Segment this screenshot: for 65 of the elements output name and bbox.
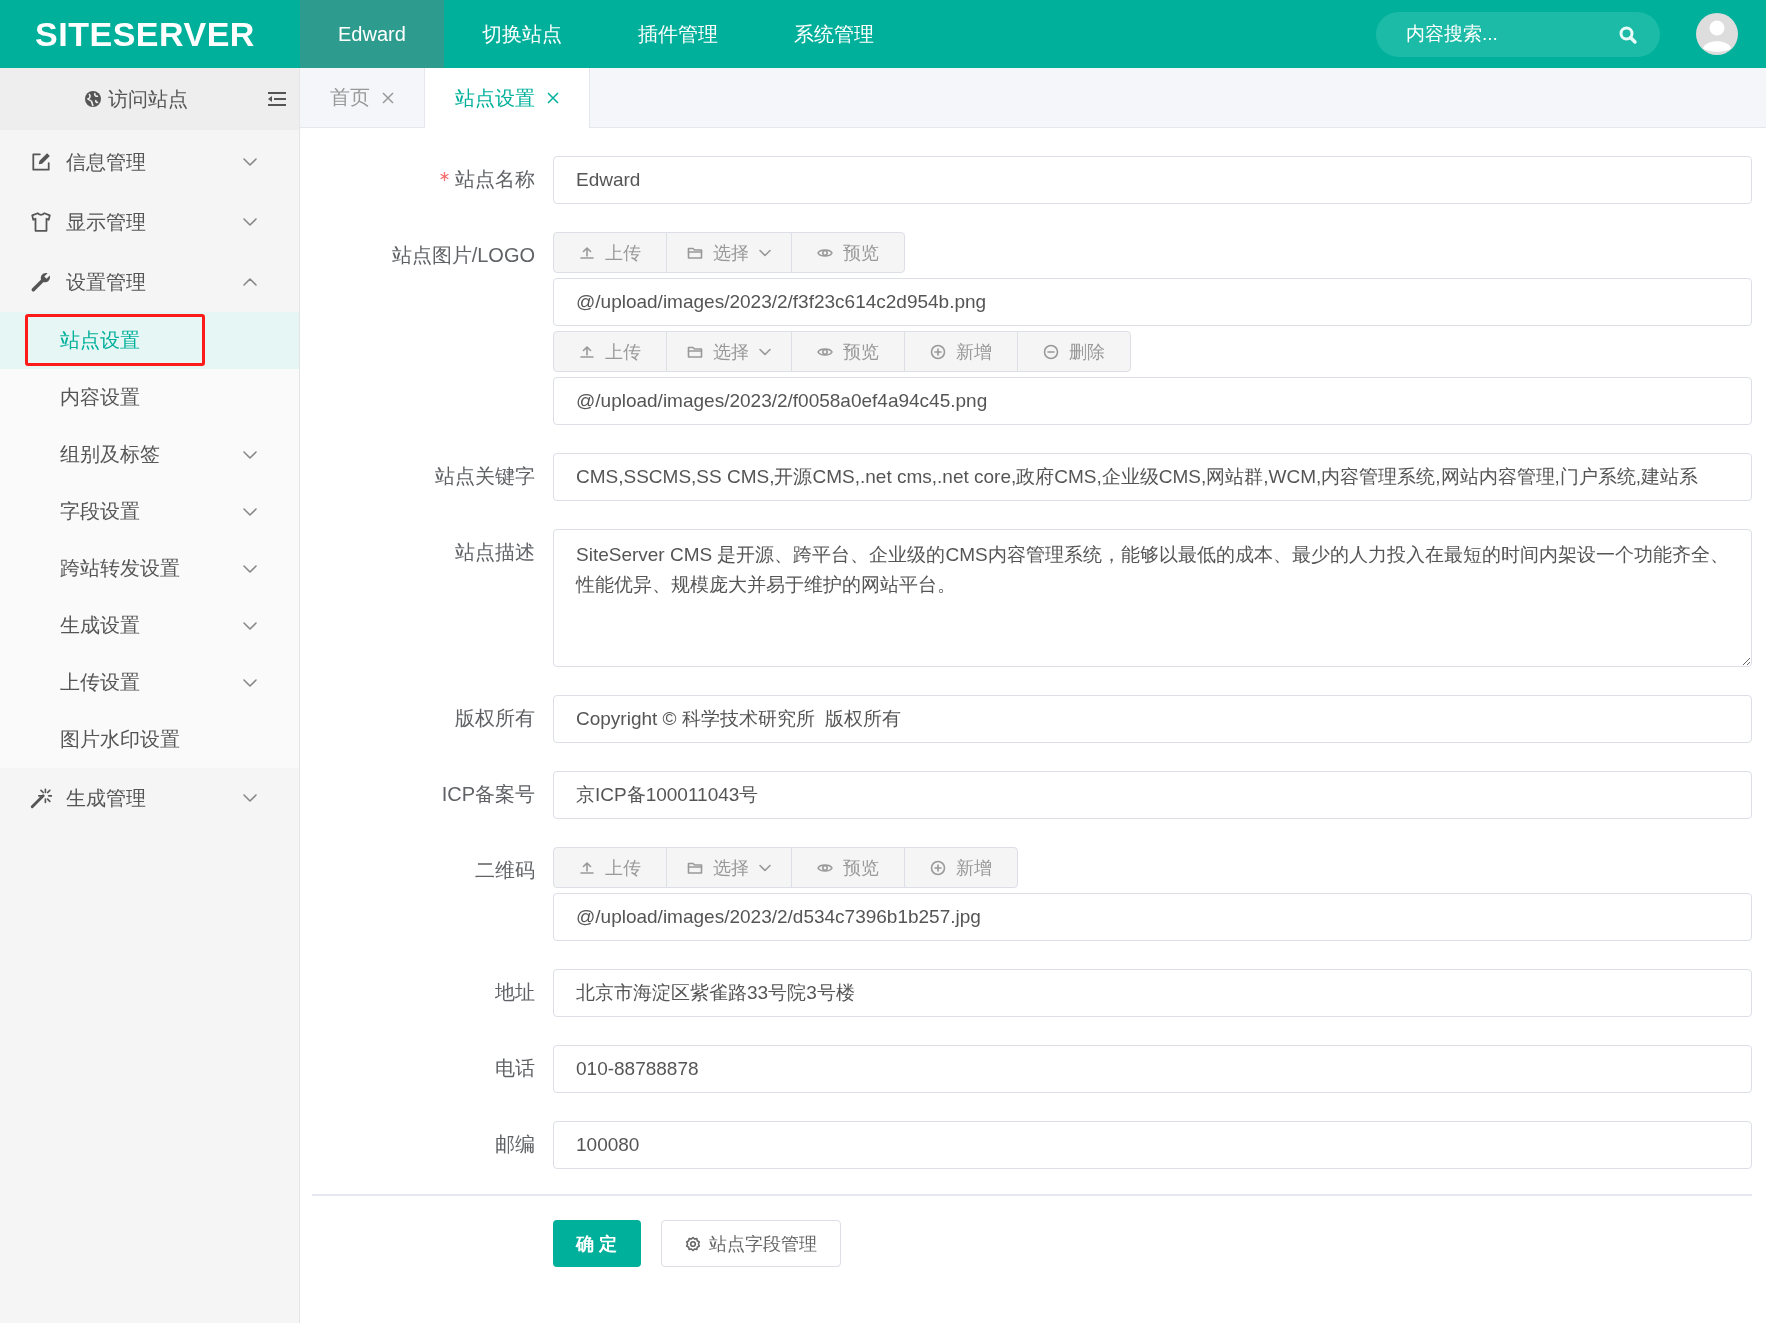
close-icon bbox=[382, 91, 394, 104]
input-field[interactable]: Edward bbox=[553, 156, 1752, 204]
chevron-icon bbox=[243, 158, 257, 166]
field-label: 站点图片/LOGO bbox=[391, 243, 535, 268]
input-field[interactable]: CMS,SSCMS,SS CMS,开源CMS,.net cms,.net core,政府CMS,企业级CMS,网站群,WCM,内容管理系统,网站内容管理,门户系统,建站系 bbox=[553, 453, 1752, 501]
field-label: 地址 bbox=[495, 980, 535, 1005]
visit-site-link[interactable]: 访问站点 bbox=[84, 85, 188, 113]
field-label: 电话 bbox=[495, 1056, 535, 1081]
text-area[interactable]: SiteServer CMS 是开源、跨平台、企业级的CMS内容管理系统，能够以最低的成本、最少的人力投入在最短的时间内架设一个功能齐全、性能优异、规模庞大并易于维护的网站平台。 bbox=[553, 529, 1752, 667]
menu-item[interactable]: 生成管理 bbox=[0, 768, 299, 828]
input-field[interactable]: Copyright © 科学技术研究所 版权所有 bbox=[553, 695, 1752, 743]
submenu-item[interactable]: 组别及标签 bbox=[0, 426, 299, 483]
globe-icon bbox=[84, 90, 102, 108]
collapse-menu-icon bbox=[267, 91, 287, 107]
caret-icon bbox=[759, 248, 771, 257]
magic-wand-icon bbox=[30, 787, 52, 809]
submenu-item[interactable]: 上传设置 bbox=[0, 654, 299, 711]
search-icon bbox=[1618, 24, 1638, 45]
field-label: ICP备案号 bbox=[441, 782, 535, 807]
chevron-icon bbox=[243, 218, 257, 226]
submenu-item[interactable]: 内容设置 bbox=[0, 369, 299, 426]
chevron-icon bbox=[243, 794, 257, 802]
field-manage-button[interactable]: 站点字段管理 bbox=[661, 1220, 841, 1267]
menu-item[interactable]: 设置管理 bbox=[0, 252, 299, 312]
menu-item[interactable]: 显示管理 bbox=[0, 192, 299, 252]
menu-item[interactable]: 信息管理 bbox=[0, 132, 299, 192]
field-label: 站点关键字 bbox=[435, 464, 535, 489]
field-label: 版权所有 bbox=[455, 706, 535, 731]
submenu-item[interactable]: 字段设置 bbox=[0, 483, 299, 540]
upload-icon bbox=[579, 859, 595, 876]
upload-icon bbox=[579, 244, 595, 261]
close-icon bbox=[547, 92, 559, 104]
gear-icon bbox=[685, 1235, 701, 1252]
input-field[interactable]: 010-88788878 bbox=[553, 1045, 1752, 1093]
field-label: 站点描述 bbox=[455, 540, 535, 565]
chevron-icon bbox=[243, 564, 257, 573]
field-label: 二维码 bbox=[475, 858, 535, 883]
chevron-icon bbox=[243, 450, 257, 459]
input-field[interactable]: @/upload/images/2023/2/f0058a0ef4a94c45.png bbox=[553, 377, 1752, 425]
input-field[interactable]: @/upload/images/2023/2/f3f23c614c2d954b.png bbox=[553, 278, 1752, 326]
input-field[interactable]: 100080 bbox=[553, 1121, 1752, 1169]
edit-icon bbox=[30, 151, 52, 173]
avatar-icon bbox=[1696, 13, 1738, 55]
upload-icon bbox=[579, 343, 595, 360]
input-field[interactable]: 京ICP备100011043号 bbox=[553, 771, 1752, 819]
shirt-icon bbox=[30, 211, 52, 233]
logo: SITESERVER bbox=[34, 14, 256, 54]
input-field[interactable]: @/upload/images/2023/2/d534c7396b1b257.jpg bbox=[553, 893, 1752, 941]
submenu-item[interactable]: 跨站转发设置 bbox=[0, 540, 299, 597]
chevron-icon bbox=[243, 278, 257, 286]
plus-circle-icon bbox=[930, 859, 946, 876]
search-field[interactable]: 内容搜索... bbox=[1376, 11, 1660, 57]
chevron-icon bbox=[243, 621, 257, 630]
caret-icon bbox=[759, 347, 771, 356]
minus-circle-icon bbox=[1043, 343, 1059, 360]
caret-icon bbox=[759, 863, 771, 872]
field-label: 站点名称 bbox=[455, 167, 535, 192]
wrench-icon bbox=[30, 271, 52, 293]
plus-circle-icon bbox=[930, 343, 946, 360]
chevron-icon bbox=[243, 507, 257, 516]
submenu-item[interactable]: 生成设置 bbox=[0, 597, 299, 654]
field-label: 邮编 bbox=[495, 1132, 535, 1157]
input-field[interactable]: 北京市海淀区紫雀路33号院3号楼 bbox=[553, 969, 1752, 1017]
chevron-icon bbox=[243, 678, 257, 687]
submenu-item[interactable]: 图片水印设置 bbox=[0, 711, 299, 768]
